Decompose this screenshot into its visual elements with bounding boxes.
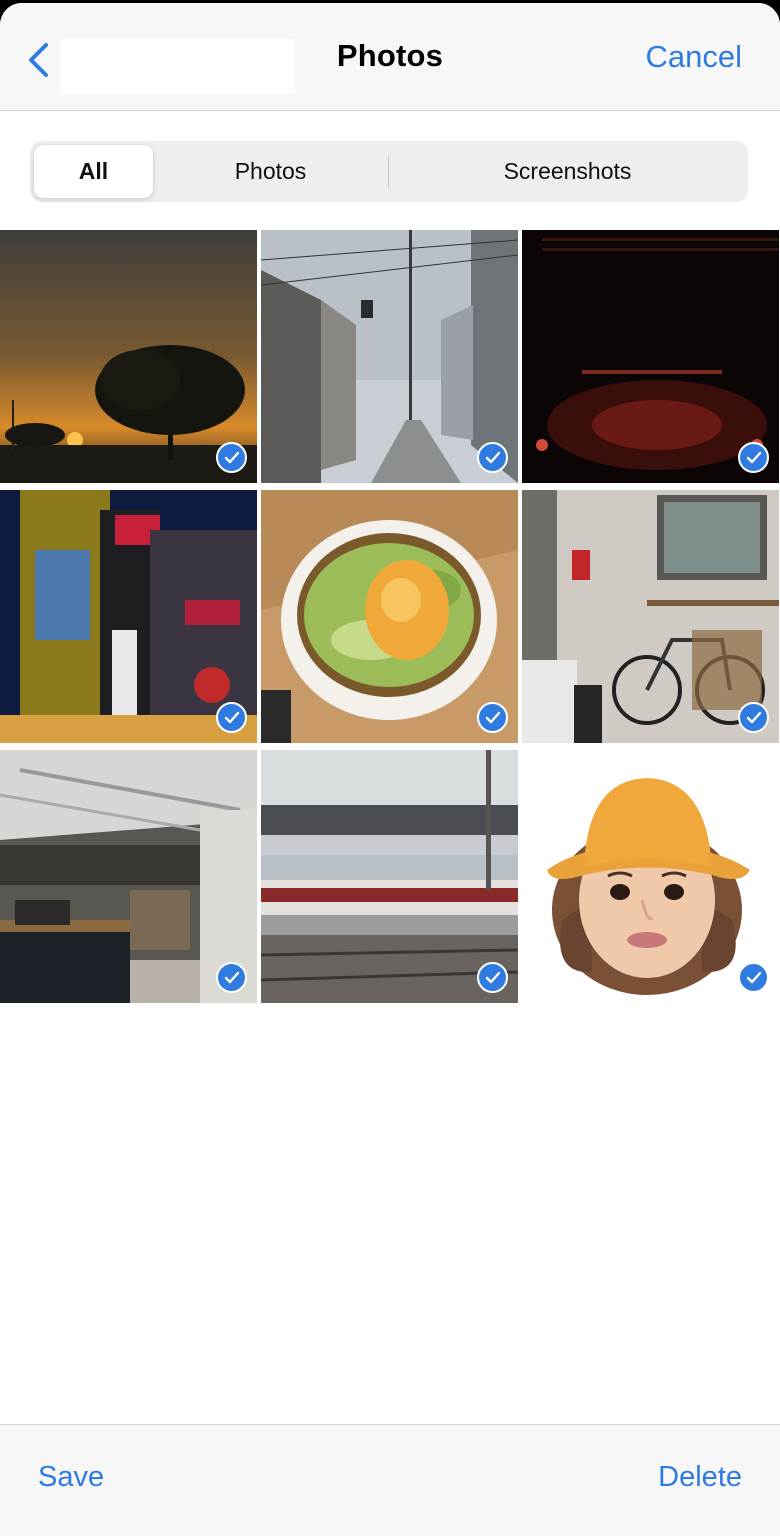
photo-thumbnail[interactable]: [261, 490, 518, 743]
photo-image: [261, 230, 518, 483]
photo-thumbnail[interactable]: [522, 750, 779, 1003]
photo-image: [0, 750, 257, 1003]
delete-button[interactable]: Delete: [658, 1461, 742, 1494]
filter-segmented-control: All Photos Screenshots: [30, 141, 748, 202]
save-button[interactable]: Save: [38, 1461, 104, 1494]
memoji-image: [522, 750, 779, 1003]
selected-checkmark-icon: [738, 442, 769, 473]
photo-image: [261, 490, 518, 743]
photo-image: [522, 490, 779, 743]
selected-checkmark-icon: [216, 442, 247, 473]
photo-picker-sheet: Photos Cancel All Photos Screenshots Sav…: [0, 3, 780, 1536]
segment-all[interactable]: All: [34, 145, 153, 198]
photo-image: [0, 230, 257, 483]
photo-thumbnail[interactable]: [0, 490, 257, 743]
photo-thumbnail[interactable]: [522, 230, 779, 483]
cancel-button[interactable]: Cancel: [646, 39, 743, 75]
photo-thumbnail[interactable]: [0, 230, 257, 483]
selected-checkmark-icon: [738, 962, 769, 993]
segment-divider: [388, 156, 389, 188]
segment-photos[interactable]: Photos: [153, 145, 388, 198]
photo-image: [261, 750, 518, 1003]
photo-image: [522, 230, 779, 483]
selected-checkmark-icon: [216, 702, 247, 733]
selected-checkmark-icon: [477, 962, 508, 993]
selected-checkmark-icon: [216, 962, 247, 993]
bottom-toolbar: Save Delete: [0, 1424, 780, 1536]
segment-screenshots[interactable]: Screenshots: [390, 145, 745, 198]
photo-thumbnail[interactable]: [522, 490, 779, 743]
selected-checkmark-icon: [738, 702, 769, 733]
selected-checkmark-icon: [477, 442, 508, 473]
photo-thumbnail[interactable]: [261, 230, 518, 483]
photo-image: [0, 490, 257, 743]
selected-checkmark-icon: [477, 702, 508, 733]
navigation-bar: Photos Cancel: [0, 3, 780, 111]
photo-thumbnail[interactable]: [261, 750, 518, 1003]
photo-thumbnail[interactable]: [0, 750, 257, 1003]
